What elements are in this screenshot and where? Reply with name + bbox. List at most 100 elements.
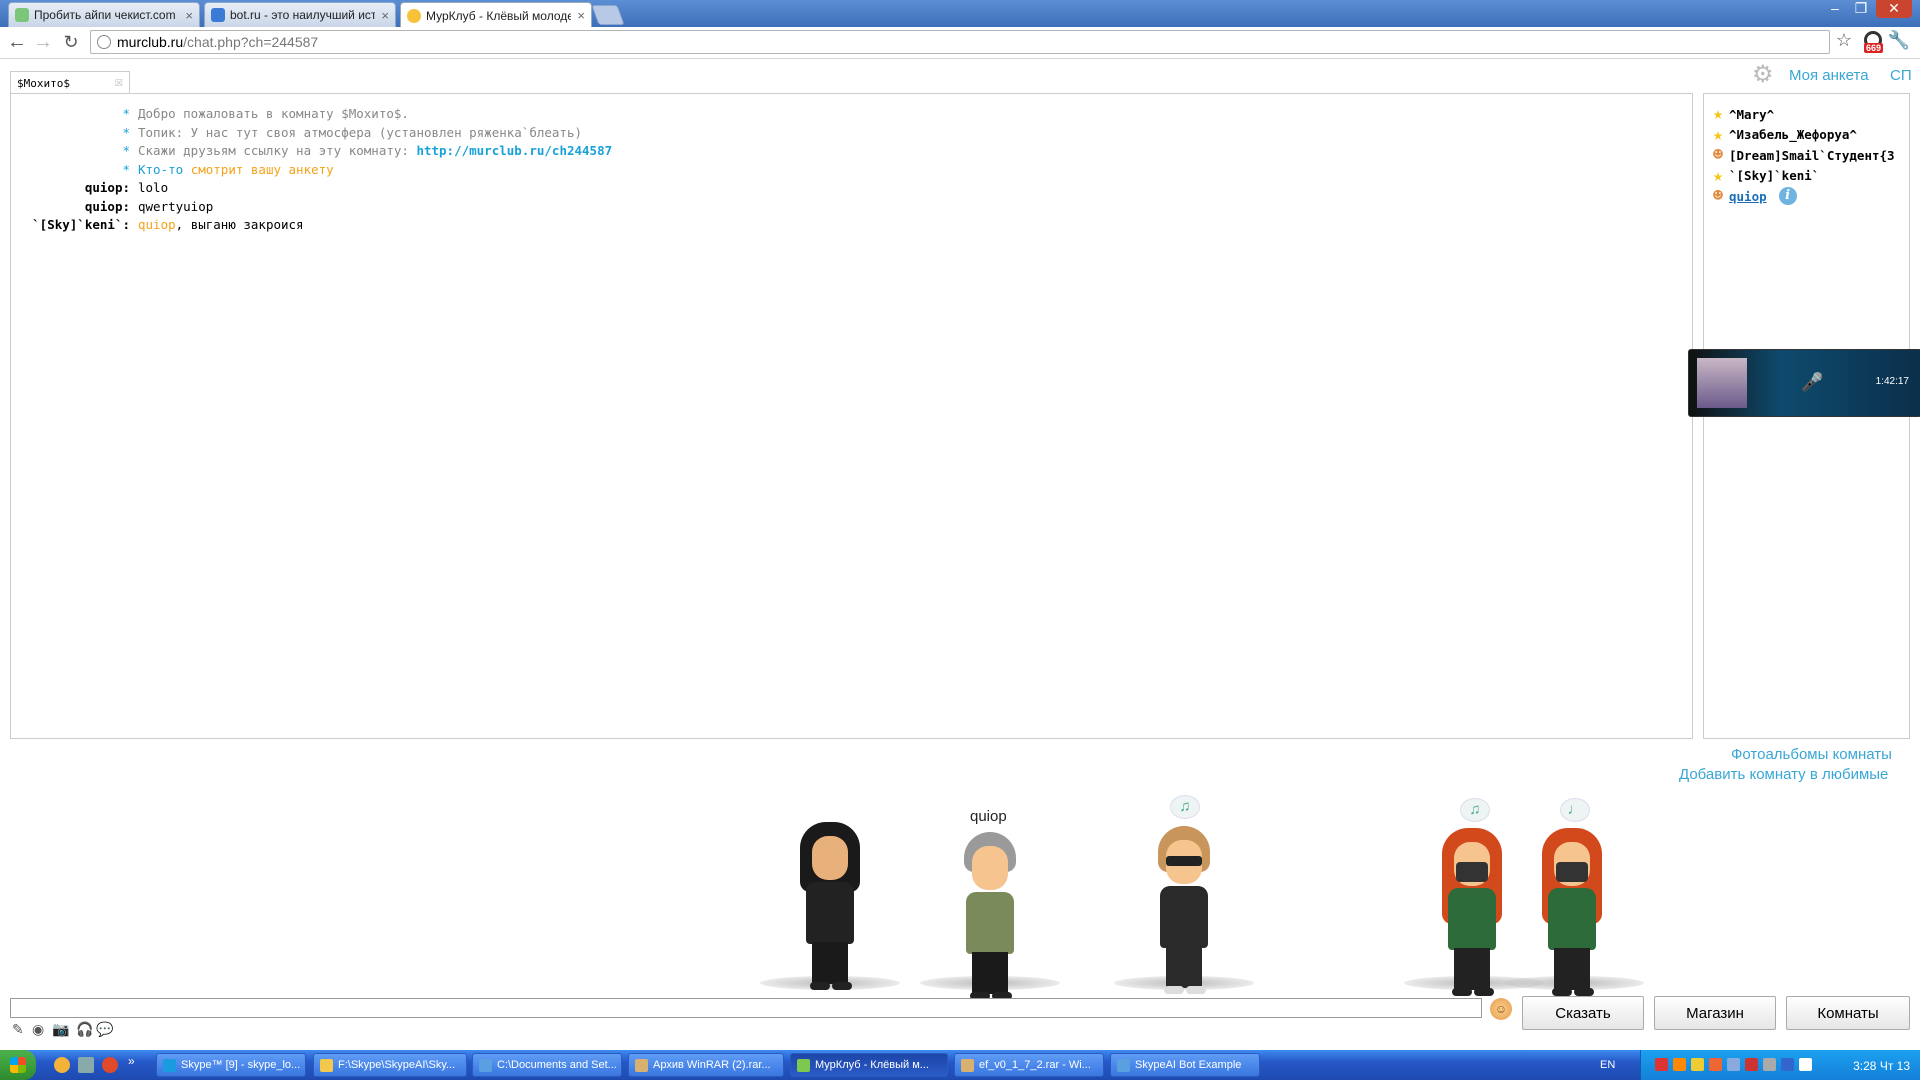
gear-icon[interactable]: ⚙: [1752, 63, 1774, 87]
avatar-4[interactable]: [1432, 828, 1512, 998]
address-bar[interactable]: murclub.ru/chat.php?ch=244587: [90, 30, 1830, 54]
user-list-item[interactable]: ☻ quiop i: [1710, 186, 1797, 206]
volume-icon[interactable]: [1763, 1058, 1776, 1071]
app-icon: [961, 1058, 974, 1072]
message-nick[interactable]: `[Sky]`keni`:: [11, 216, 138, 235]
tray-icon[interactable]: [1781, 1058, 1794, 1071]
start-button[interactable]: [0, 1050, 36, 1080]
tray-icon[interactable]: [1655, 1058, 1668, 1071]
taskbar-item[interactable]: SkypeAI Bot Example: [1110, 1053, 1260, 1077]
url-host: murclub.ru: [117, 34, 184, 50]
taskbar-item-label: SkypeAI Bot Example: [1135, 1059, 1242, 1071]
visitor-notice-link[interactable]: смотрит вашу анкету: [191, 162, 334, 177]
taskbar-item-label: МурКлуб - Клёвый м...: [815, 1059, 929, 1071]
user-list-item[interactable]: ☻ [Dream]Smail`Студент{3: [1710, 145, 1895, 165]
close-tab-icon[interactable]: ×: [185, 8, 193, 23]
user-list-item[interactable]: ★ ^Изабель_Жефоруа^: [1710, 125, 1857, 145]
message-nick[interactable]: quiop:: [11, 198, 138, 217]
browser-quicklaunch-icon[interactable]: [102, 1057, 118, 1073]
user-list-item[interactable]: ★ ^Mary^: [1710, 104, 1774, 124]
rooms-button[interactable]: Комнаты: [1786, 996, 1910, 1030]
tray-icon[interactable]: [1673, 1058, 1686, 1071]
my-profile-link[interactable]: Моя анкета: [1789, 67, 1869, 84]
avatar-3[interactable]: [1144, 826, 1224, 996]
extension-badge: 669: [1864, 43, 1884, 53]
headphones-icon[interactable]: 🎧: [76, 1021, 93, 1038]
tray-icon[interactable]: [1727, 1058, 1740, 1071]
avatar-5[interactable]: [1532, 828, 1612, 998]
speech-bubble-icon[interactable]: 💬: [96, 1021, 113, 1038]
close-tab-icon[interactable]: ×: [381, 8, 389, 23]
more-chevron-icon[interactable]: »: [128, 1054, 144, 1070]
tray-icon[interactable]: [1709, 1058, 1722, 1071]
message-input[interactable]: [10, 998, 1482, 1018]
app-icon: [797, 1058, 810, 1072]
tray-icon[interactable]: [1799, 1058, 1812, 1071]
person-icon: ☻: [1712, 186, 1724, 206]
minimize-icon[interactable]: –: [1822, 0, 1848, 18]
bookmark-star-icon[interactable]: ☆: [1836, 30, 1852, 51]
user-name[interactable]: ^Mary^: [1729, 107, 1774, 122]
message-text: lolo: [138, 179, 168, 198]
extension-icon[interactable]: 669: [1862, 31, 1884, 53]
star-icon: ★: [1712, 124, 1724, 145]
add-favorite-link[interactable]: Добавить комнату в любимые: [1679, 766, 1888, 783]
close-tab-icon[interactable]: ×: [577, 8, 585, 23]
system-bullet: *: [122, 161, 130, 177]
new-tab-button[interactable]: [591, 5, 625, 25]
browser-tab-3[interactable]: МурКлуб - Клёвый молодеж ×: [400, 2, 592, 28]
video-popup[interactable]: 🎤 1:42:17: [1688, 349, 1920, 417]
taskbar: » Skype™ [9] - skype_lo... F:\Skype\Skype…: [0, 1050, 1920, 1080]
taskbar-item[interactable]: ef_v0_1_7_2.rar - Wi...: [954, 1053, 1104, 1077]
avatar-2[interactable]: [950, 832, 1030, 1002]
room-tab[interactable]: $Мохито$ ☒: [10, 71, 130, 93]
browser-tab-strip: Пробить айпи чекист.com × bot.ru - это н…: [0, 0, 1920, 28]
close-window-icon[interactable]: ✕: [1876, 0, 1912, 18]
chat-message: * Добро пожаловать в комнату $Мохито$.: [11, 105, 612, 124]
sp-link[interactable]: СП: [1890, 67, 1912, 84]
close-room-icon[interactable]: ☒: [115, 74, 123, 90]
wrench-icon[interactable]: 🔧: [1888, 30, 1910, 51]
webcam-icon[interactable]: ◉: [32, 1021, 44, 1038]
murclub-icon: [407, 8, 421, 23]
taskbar-item[interactable]: F:\Skype\SkypeAI\Sky...: [313, 1053, 467, 1077]
browser-tab-1[interactable]: Пробить айпи чекист.com ×: [8, 2, 200, 27]
language-indicator[interactable]: EN: [1600, 1059, 1615, 1071]
message-body: Скажи друзьям ссылку на эту комнату:: [138, 143, 417, 158]
browser-tab-2[interactable]: bot.ru - это наилучший исто ×: [204, 2, 396, 27]
tray-icon[interactable]: [1745, 1058, 1758, 1071]
camera-icon[interactable]: 📷: [52, 1021, 69, 1038]
shop-button[interactable]: Магазин: [1654, 996, 1776, 1030]
pencil-icon[interactable]: ✎: [12, 1021, 24, 1038]
user-list-item[interactable]: ★ `[Sky]`keni`: [1710, 166, 1819, 186]
taskbar-item-label: Архив WinRAR (2).rar...: [653, 1059, 771, 1071]
taskbar-item[interactable]: Skype™ [9] - skype_lo...: [156, 1053, 306, 1077]
taskbar-item[interactable]: Архив WinRAR (2).rar...: [628, 1053, 784, 1077]
user-name[interactable]: ^Изабель_Жефоруа^: [1729, 127, 1857, 142]
photo-albums-link[interactable]: Фотоальбомы комнаты: [1731, 746, 1892, 763]
room-tab-label: $Мохито$: [17, 77, 70, 90]
room-link[interactable]: http://murclub.ru/ch244587: [416, 143, 612, 158]
restore-icon[interactable]: ❐: [1848, 0, 1874, 18]
tray-icon[interactable]: [1691, 1058, 1704, 1071]
user-name[interactable]: [Dream]Smail`Студент{3: [1729, 148, 1895, 163]
avatar-1[interactable]: [790, 822, 870, 992]
user-name[interactable]: `[Sky]`keni`: [1729, 168, 1819, 183]
info-icon[interactable]: i: [1778, 187, 1797, 205]
smiley-icon[interactable]: ☺: [1490, 998, 1512, 1020]
quicklaunch-icon[interactable]: [78, 1057, 94, 1073]
taskbar-item[interactable]: МурКлуб - Клёвый м...: [790, 1053, 948, 1077]
quicklaunch-icon[interactable]: [54, 1057, 70, 1073]
user-name-link[interactable]: quiop: [1729, 189, 1767, 204]
mention-nick[interactable]: quiop: [138, 217, 176, 232]
taskbar-item[interactable]: C:\Documents and Set...: [472, 1053, 622, 1077]
message-nick[interactable]: quiop:: [11, 179, 138, 198]
chat-message: * Кто-то смотрит вашу анкету: [11, 161, 612, 180]
back-icon[interactable]: ←: [6, 31, 28, 53]
mic-muted-icon[interactable]: 🎤: [1801, 372, 1823, 393]
chat-window: * Добро пожаловать в комнату $Мохито$. * То…: [10, 93, 1693, 739]
clock[interactable]: 3:28 Чт 13: [1853, 1059, 1910, 1073]
forward-icon[interactable]: →: [32, 31, 54, 53]
reload-icon[interactable]: ↻: [60, 31, 82, 53]
say-button[interactable]: Сказать: [1522, 996, 1644, 1030]
